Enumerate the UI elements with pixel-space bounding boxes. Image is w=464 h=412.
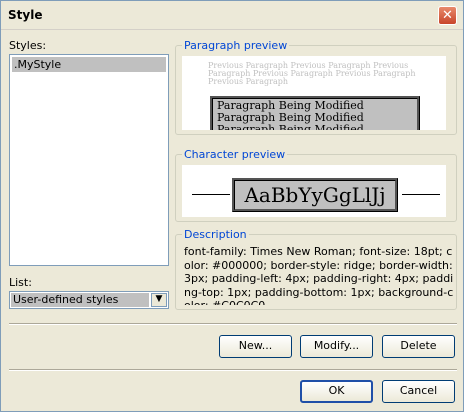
style-list-item[interactable]: .MyStyle xyxy=(12,57,166,72)
description-legend: Description xyxy=(184,228,247,241)
description-group: Description font-family: Times New Roman… xyxy=(175,228,457,310)
modify-button[interactable]: Modify... xyxy=(300,335,373,358)
character-preview-group: Character preview AaBbYyGgLlJj xyxy=(175,148,457,222)
separator-top xyxy=(9,323,457,325)
previous-paragraph-text: Previous Paragraph Previous Paragraph Pr… xyxy=(208,61,416,86)
separator-bottom xyxy=(9,369,457,371)
chevron-down-icon[interactable]: ▼ xyxy=(151,293,167,307)
list-label: List: xyxy=(9,276,32,289)
close-button[interactable]: ✕ xyxy=(438,6,457,25)
paragraph-preview-legend: Paragraph preview xyxy=(184,39,288,52)
paragraph-preview-canvas: Previous Paragraph Previous Paragraph Pr… xyxy=(182,56,446,130)
new-button[interactable]: New... xyxy=(219,335,292,358)
paragraph-preview-group: Paragraph preview Previous Paragraph Pre… xyxy=(175,39,457,135)
character-preview-legend: Character preview xyxy=(184,148,286,161)
cancel-button[interactable]: Cancel xyxy=(382,380,455,403)
character-preview-canvas: AaBbYyGgLlJj xyxy=(182,165,446,217)
modified-paragraph-sample: Paragraph Being Modified Paragraph Being… xyxy=(210,96,420,130)
title-bar[interactable]: Style ✕ xyxy=(1,1,463,30)
list-type-dropdown[interactable]: User-defined styles ▼ xyxy=(9,291,169,309)
styles-listbox[interactable]: .MyStyle xyxy=(9,54,169,266)
style-dialog: Style ✕ Styles: .MyStyle List: User-defi… xyxy=(0,0,464,412)
list-type-value: User-defined styles xyxy=(11,293,149,307)
preview-rule-right xyxy=(402,194,440,195)
ok-button[interactable]: OK xyxy=(300,380,373,403)
character-sample: AaBbYyGgLlJj xyxy=(232,178,398,212)
close-icon: ✕ xyxy=(442,8,453,23)
delete-button[interactable]: Delete xyxy=(382,335,455,358)
description-text: font-family: Times New Roman; font-size:… xyxy=(184,245,454,305)
preview-rule-left xyxy=(192,194,230,195)
styles-label: Styles: xyxy=(9,39,47,52)
window-title: Style xyxy=(8,8,43,22)
